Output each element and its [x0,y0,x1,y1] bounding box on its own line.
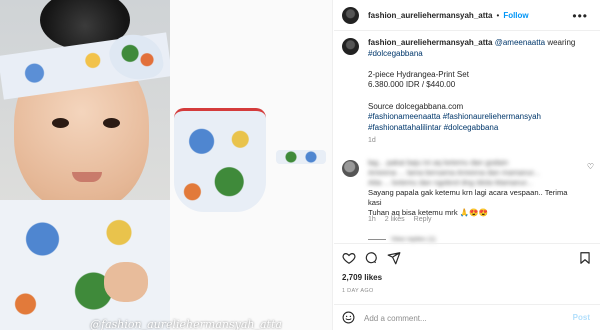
post-header: fashion_aureliehermansyah_atta • Follow … [334,0,600,31]
posted-time: 1 DAY AGO [342,288,374,294]
caption-hashtag[interactable]: #dolcegabbana [368,49,592,60]
comment-input[interactable] [364,311,544,325]
share-icon[interactable] [387,251,401,265]
caption-source: Source dolcegabbana.com [368,101,464,111]
comment-meta: 1h 2 likes Reply [368,216,432,223]
floral-dress [0,200,170,330]
product-romper [174,108,266,218]
caption-wearing: wearing [545,38,576,47]
comment-reply-button[interactable]: Reply [414,216,432,223]
add-comment-bar: Post [334,304,600,330]
emoji-icon[interactable] [342,311,355,324]
caption-product-name: 2-piece Hydrangea-Print Set [368,69,469,79]
heart-icon[interactable] [342,251,356,265]
author-username[interactable]: fashion_aureliehermansyah_atta [368,11,493,20]
caption-age: 1d [368,137,376,144]
caption-username[interactable]: fashion_aureliehermansyah_atta [368,38,493,47]
follow-button[interactable]: Follow [503,11,528,20]
caption-tags-line1[interactable]: #fashionameenaatta #fashionaurelieherman… [368,112,592,123]
bookmark-icon[interactable] [578,251,592,265]
romper-image [174,108,266,212]
product-headband [276,150,326,164]
comment-line-1: lag... pakai baju ini aq ketemu dan goda… [368,158,509,167]
comment-age: 1h [368,216,376,223]
comment-line-3: Atta ... ketemu dan ngobrol dng Idola Ma… [368,178,533,187]
comment-like-heart-icon[interactable]: ♡ [587,162,594,171]
caption-text: fashion_aureliehermansyah_atta @ameenaat… [368,38,592,133]
photo-watermark: @fashion_aureliehermansyah_atta [90,318,282,330]
view-replies-label[interactable]: View replies (1) [391,236,436,243]
baby-eye-right [103,118,120,128]
post-media[interactable]: @fashion_aureliehermansyah_atta [0,0,333,330]
baby-eye-left [52,118,69,128]
action-bar [334,243,600,270]
baby-hand [104,262,148,302]
comment-line-4: Sayang papala gak ketemu krn lagi acara … [368,188,568,207]
header-separator: • [496,10,500,20]
commenter-avatar[interactable] [342,160,359,177]
post-comment-button[interactable]: Post [573,313,590,322]
instagram-post: @fashion_aureliehermansyah_atta fashion_… [0,0,600,330]
comment-icon[interactable] [364,251,378,265]
view-replies-button[interactable]: View replies (1) [368,236,436,243]
caption-tags-line2[interactable]: #fashionattahalilintar #dolcegabbana [368,123,592,134]
post-panel: fashion_aureliehermansyah_atta • Follow … [334,0,600,330]
caption: fashion_aureliehermansyah_atta @ameenaat… [342,38,592,133]
view-replies-line [368,239,386,240]
author-avatar[interactable] [342,6,359,24]
caption-mention[interactable]: @ameenaatta [495,38,545,47]
baby-photo [0,0,170,330]
caption-price: 6.380.000 IDR / $440.00 [368,80,456,90]
comment-likes[interactable]: 2 likes [385,216,405,223]
caption-avatar[interactable] [342,38,359,55]
comment-text: lag... pakai baju ini aq ketemu dan goda… [368,158,582,218]
more-icon[interactable]: ••• [572,9,588,23]
comment-line-2: Ameena ... lama bersama Ameena dan maman… [368,168,540,177]
likes-count[interactable]: 2,709 likes [342,273,382,282]
